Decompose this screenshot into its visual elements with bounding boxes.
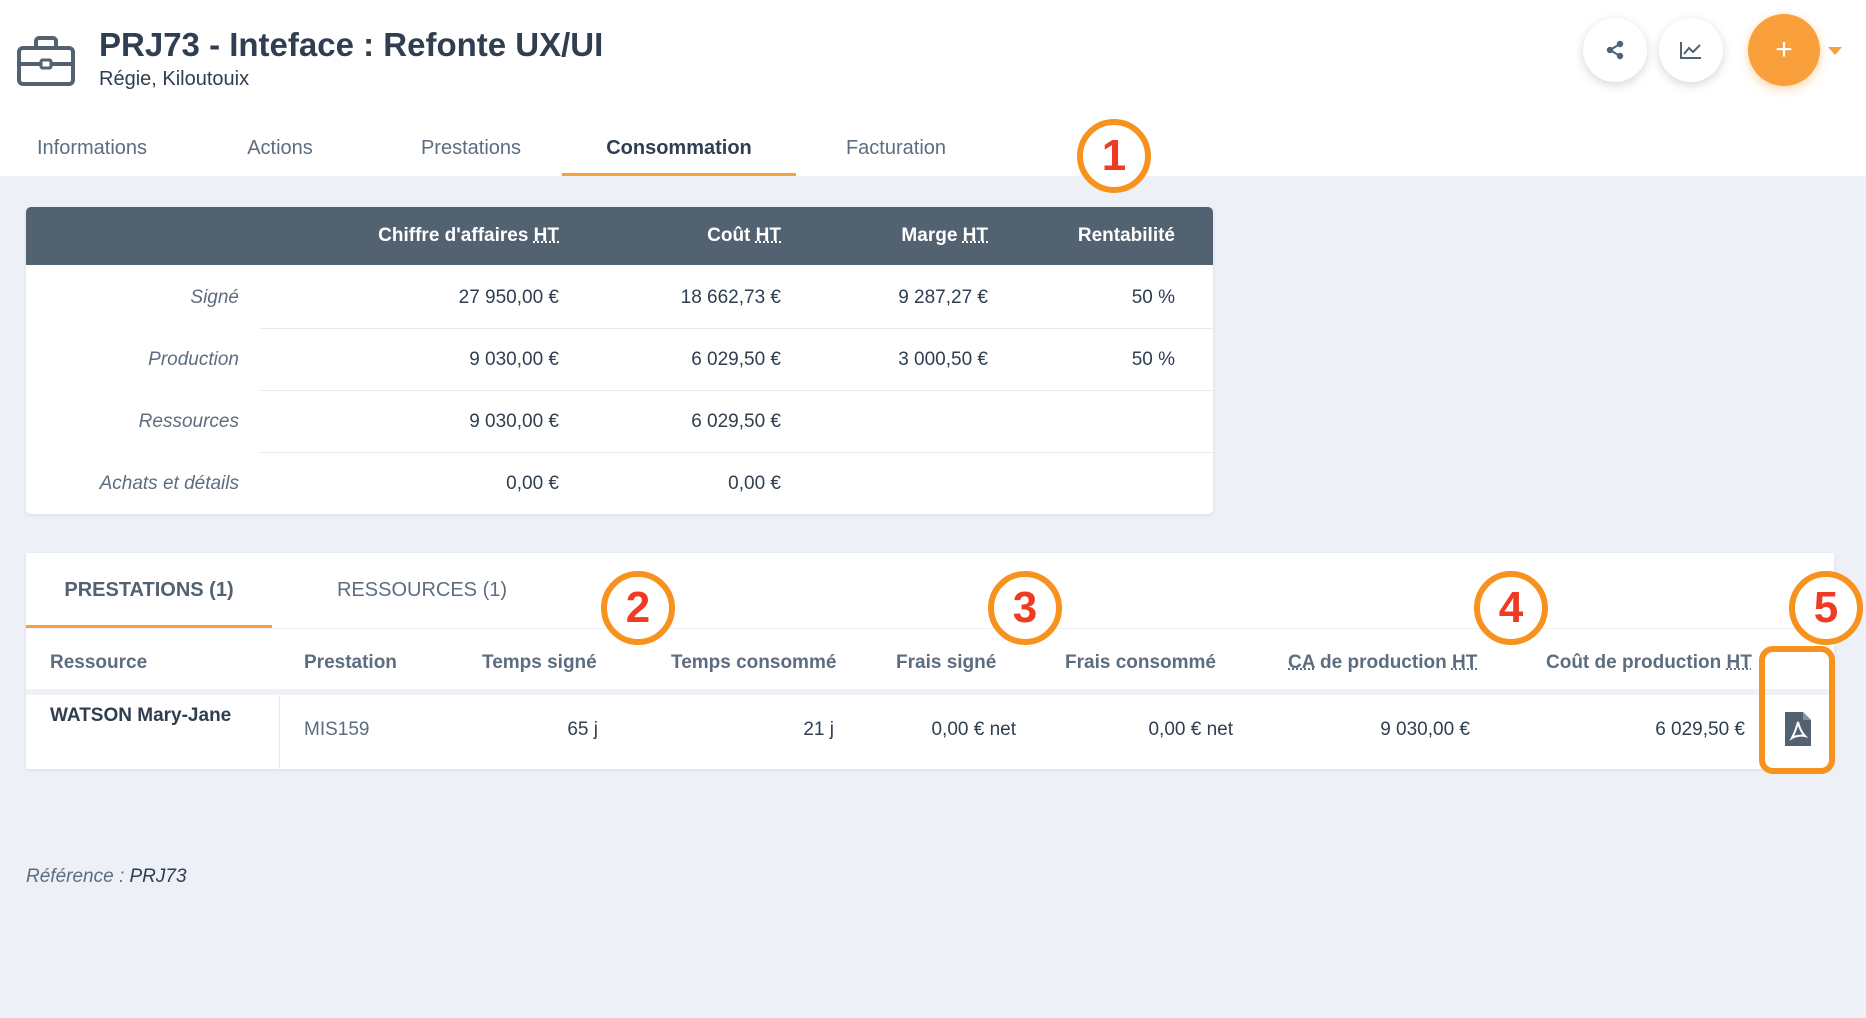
temps-consomme-value: 21 j xyxy=(803,719,834,740)
tab-actions[interactable]: Actions xyxy=(184,120,376,176)
highlight-box xyxy=(1759,646,1835,774)
share-icon xyxy=(1606,40,1624,60)
annotation-marker: 5 xyxy=(1789,571,1863,645)
column-marge: Marge HT xyxy=(901,225,988,246)
caret-down-icon[interactable] xyxy=(1827,46,1843,56)
reference-label: Référence : xyxy=(26,866,130,887)
stats-button[interactable] xyxy=(1659,18,1723,82)
row-label: Achats et détails xyxy=(99,473,239,494)
rentabilite-value: 50 % xyxy=(1131,349,1175,370)
add-button[interactable]: + xyxy=(1748,14,1820,86)
row-label: Signé xyxy=(190,287,239,308)
ca-value: 9 030,00 € xyxy=(469,411,559,432)
column-ca-production: CA de production HT xyxy=(1288,652,1478,673)
ca-value: 27 950,00 € xyxy=(458,287,559,308)
ca-production-value: 9 030,00 € xyxy=(1380,719,1470,740)
reference-value: PRJ73 xyxy=(129,866,187,887)
marge-value: 3 000,50 € xyxy=(898,349,988,370)
summary-header: Chiffre d'affaires HT Coût HT Marge HT R… xyxy=(26,207,1213,265)
cout-value: 6 029,50 € xyxy=(691,349,781,370)
tab-prestations[interactable]: Prestations xyxy=(376,120,566,176)
summary-row: Ressources 9 030,00 € 6 029,50 € xyxy=(26,391,1213,453)
marge-value: 9 287,27 € xyxy=(898,287,988,308)
tab-consommation[interactable]: Consommation xyxy=(562,120,796,176)
summary-row: Production 9 030,00 € 6 029,50 € 3 000,5… xyxy=(26,329,1213,391)
column-chiffre-affaires: Chiffre d'affaires HT xyxy=(378,225,559,246)
rentabilite-value: 50 % xyxy=(1131,287,1175,308)
page-title: PRJ73 - Inteface : Refonte UX/UI xyxy=(99,26,604,63)
tab-informations[interactable]: Informations xyxy=(0,120,184,176)
column-frais-signe: Frais signé xyxy=(896,652,997,673)
tab-facturation[interactable]: Facturation xyxy=(796,120,996,176)
tab-prestations-detail[interactable]: PRESTATIONS (1) xyxy=(26,553,272,628)
project-header: PRJ73 - Inteface : Refonte UX/UI Régie, … xyxy=(0,0,1866,176)
briefcase-icon xyxy=(17,36,75,86)
tab-ressources-detail[interactable]: RESSOURCES (1) xyxy=(272,553,572,628)
row-label: Ressources xyxy=(138,411,239,432)
project-reference: Référence : PRJ73 xyxy=(26,866,187,888)
frais-consomme-value: 0,00 € net xyxy=(1148,719,1233,740)
frais-signe-value: 0,00 € net xyxy=(931,719,1016,740)
column-temps-consomme: Temps consommé xyxy=(671,652,837,673)
annotation-marker: 2 xyxy=(601,571,675,645)
annotation-marker: 4 xyxy=(1474,571,1548,645)
chart-line-icon xyxy=(1680,42,1701,59)
summary-row: Signé 27 950,00 € 18 662,73 € 9 287,27 €… xyxy=(26,267,1213,329)
column-rentabilite: Rentabilité xyxy=(1077,225,1175,246)
ressource-name[interactable]: WATSON Mary-Jane xyxy=(50,705,231,727)
summary-row: Achats et détails 0,00 € 0,00 € xyxy=(26,453,1213,514)
cout-value: 0,00 € xyxy=(728,473,781,494)
column-prestation: Prestation xyxy=(304,652,397,673)
row-label: Production xyxy=(148,349,239,370)
ca-value: 9 030,00 € xyxy=(469,349,559,370)
cout-production-value: 6 029,50 € xyxy=(1655,719,1745,740)
ca-value: 0,00 € xyxy=(506,473,559,494)
column-cout: Coût HT xyxy=(707,225,781,246)
temps-signe-value: 65 j xyxy=(567,719,598,740)
annotation-marker: 1 xyxy=(1077,119,1151,193)
consumption-summary-table: Chiffre d'affaires HT Coût HT Marge HT R… xyxy=(26,207,1213,514)
column-temps-signe: Temps signé xyxy=(482,652,597,673)
page-subtitle: Régie, Kiloutouix xyxy=(99,68,250,90)
consumption-detail-panel: PRESTATIONS (1) RESSOURCES (1) Ressource… xyxy=(26,553,1834,769)
cout-value: 18 662,73 € xyxy=(680,287,781,308)
annotation-marker: 3 xyxy=(988,571,1062,645)
prestation-ref[interactable]: MIS159 xyxy=(304,719,369,741)
share-button[interactable] xyxy=(1583,18,1647,82)
cout-value: 6 029,50 € xyxy=(691,411,781,432)
column-cout-production: Coût de production HT xyxy=(1546,652,1752,673)
column-frais-consomme: Frais consommé xyxy=(1065,652,1216,673)
column-ressource: Ressource xyxy=(50,652,148,673)
